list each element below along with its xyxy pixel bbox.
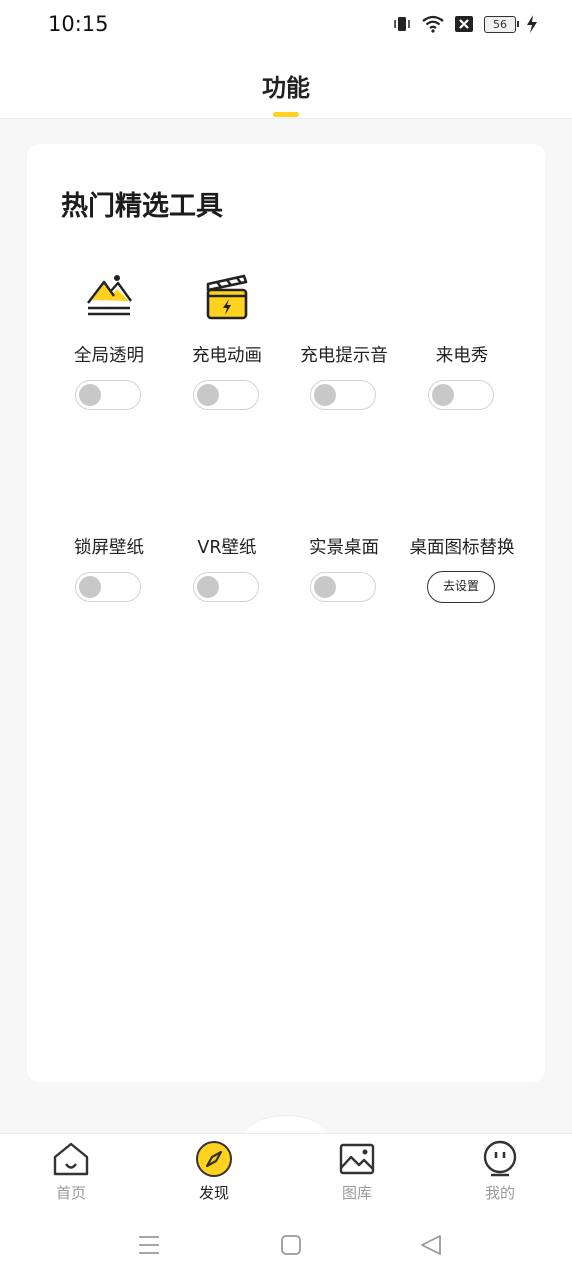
menu-icon[interactable] xyxy=(137,1233,161,1257)
toggle-caller-show[interactable] xyxy=(428,380,494,410)
toggle-knob xyxy=(197,384,219,406)
battery-icon: 56 xyxy=(484,15,519,33)
toggle-knob xyxy=(432,384,454,406)
toggle-live-desktop[interactable] xyxy=(310,572,376,602)
wifi-icon xyxy=(422,15,444,33)
status-time: 10:15 xyxy=(48,12,109,36)
page-header: 功能 xyxy=(0,52,572,119)
go-settings-button[interactable]: 去设置 xyxy=(427,571,495,603)
tool-label: 锁屏壁纸 xyxy=(74,538,144,558)
toggle-charging-animation[interactable] xyxy=(193,380,259,410)
nav-label: 我的 xyxy=(484,1184,515,1202)
nav-item-home[interactable]: 首页 xyxy=(21,1140,121,1203)
toggle-knob xyxy=(314,384,336,406)
nav-item-gallery[interactable]: 图库 xyxy=(307,1140,407,1203)
nav-label: 图库 xyxy=(341,1184,372,1202)
home-square-icon[interactable] xyxy=(279,1233,303,1257)
gallery-icon xyxy=(339,1143,375,1175)
sim-blocked-icon xyxy=(455,16,473,32)
clapperboard-charge-icon xyxy=(206,274,248,320)
title-underline xyxy=(273,112,299,117)
profile-face-icon xyxy=(483,1140,517,1177)
toggle-knob xyxy=(79,384,101,406)
tool-label: 桌面图标替换 xyxy=(409,538,515,558)
nav-item-discover[interactable]: 发现 xyxy=(164,1140,264,1203)
mountain-sun-icon xyxy=(87,275,132,316)
section-title: 热门精选工具 xyxy=(61,191,223,222)
toggle-lockscreen-wallpaper[interactable] xyxy=(75,572,141,602)
home-icon xyxy=(53,1142,89,1176)
nav-label: 发现 xyxy=(198,1184,229,1202)
status-icons: 56 xyxy=(392,14,538,34)
nav-label: 首页 xyxy=(55,1184,86,1202)
toggle-charging-sound[interactable] xyxy=(310,380,376,410)
compass-icon xyxy=(196,1141,232,1177)
page-title: 功能 xyxy=(262,74,310,102)
tool-label: 实景桌面 xyxy=(309,538,379,558)
toggle-knob xyxy=(314,576,336,598)
system-nav-bar xyxy=(0,1211,572,1281)
toggle-knob xyxy=(197,576,219,598)
tool-label: 来电秀 xyxy=(435,346,489,366)
toggle-global-transparent[interactable] xyxy=(75,380,141,410)
tool-label: 全局透明 xyxy=(74,346,144,366)
vibrate-icon xyxy=(394,17,410,31)
tool-label: VR壁纸 xyxy=(197,538,257,558)
charging-icon xyxy=(527,15,537,33)
tool-label: 充电动画 xyxy=(192,346,262,366)
back-triangle-icon[interactable] xyxy=(419,1233,443,1257)
nav-item-mine[interactable]: 我的 xyxy=(450,1140,550,1203)
tools-card: 热门精选工具 全局透明 充电动画 充电提示音 来电秀 锁屏壁纸 VR壁纸 实景桌… xyxy=(27,144,545,1082)
bottom-nav: 首页 发现 图库 我的 xyxy=(0,1133,572,1281)
tool-label: 充电提示音 xyxy=(300,346,388,366)
toggle-knob xyxy=(79,576,101,598)
status-bar: 10:15 56 xyxy=(0,0,572,52)
toggle-vr-wallpaper[interactable] xyxy=(193,572,259,602)
